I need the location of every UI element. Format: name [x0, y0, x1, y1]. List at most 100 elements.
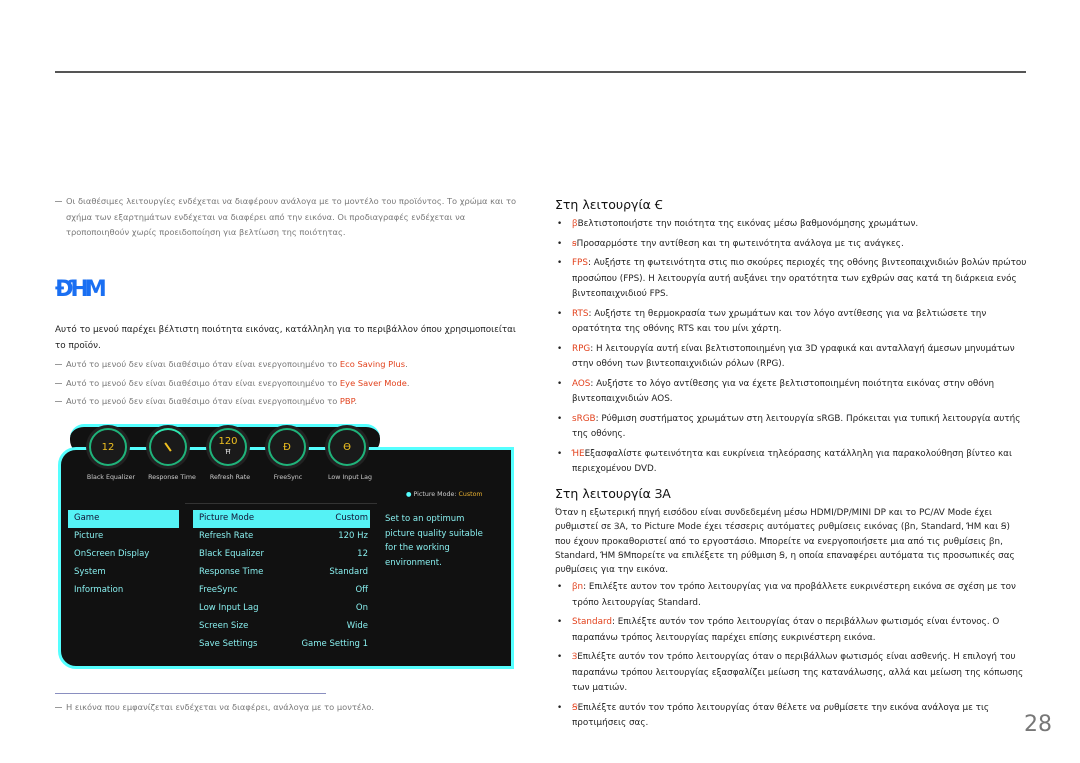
- list-item: ꞵΒελτιστοποιήστε την ποιότητα της εικόνα…: [555, 217, 1027, 233]
- dial-value: 12: [101, 441, 115, 453]
- note-text: Αυτό το μενού δεν είναι διαθέσιμο όταν ε…: [66, 377, 340, 388]
- note-link: Eco Saving Plus: [339, 359, 406, 369]
- left-column: Οι διαθέσιμες λειτουργίες ενδέχεται να δ…: [55, 194, 525, 241]
- list-item: RTS: Αυξήστε τη θερμοκρασία των χρωμάτων…: [555, 307, 1027, 338]
- list-item: sRGB: Ρύθμιση συστήματος χρωμάτων στη λε…: [555, 412, 1027, 443]
- image-caption: Η εικόνα που εμφανίζεται ενδέχεται να δι…: [55, 700, 525, 716]
- note-link: Eye Saver Mode: [339, 377, 407, 388]
- setting-label: Picture Mode: [199, 513, 255, 523]
- dial-response-time: [149, 428, 187, 466]
- note-eye: Αυτό το μενού δεν είναι διαθέσιμο όταν ε…: [55, 376, 525, 392]
- note-text: Αυτό το μενού δεν είναι διαθέσιμο όταν ε…: [66, 359, 340, 369]
- menu-item-system[interactable]: System: [68, 564, 179, 582]
- item-text: Επιλέξτε αυτόν τον τρόπο λειτουργίας ότα…: [572, 652, 1024, 694]
- item-text: : Η λειτουργία αυτή είναι βελτιστοποιημέ…: [572, 343, 1015, 370]
- gauge-needle-icon: [164, 442, 172, 452]
- setting-response-time[interactable]: Response Time Standard: [193, 564, 370, 582]
- list-item: ꞫΕπιλέξτε αυτόν τον τρόπο λειτουργίας ότ…: [555, 650, 1027, 697]
- setting-value: Standard: [329, 567, 368, 577]
- dial-label: Low Input Lag: [327, 474, 373, 481]
- picture-mode-status: ● Picture Mode: Custom: [406, 491, 483, 498]
- menu-item-game[interactable]: Game: [68, 510, 179, 528]
- setting-black-equalizer[interactable]: Black Equalizer 12: [193, 546, 370, 564]
- av-mode-heading: Στη λειτουργία ꞫA: [555, 486, 671, 501]
- av-mode-section: Στη λειτουργία ꞫA Όταν η εξωτερική πηγή …: [555, 485, 1027, 736]
- item-text: Επιλέξτε αυτόν τον τρόπο λειτουργίας ότα…: [572, 702, 990, 729]
- item-text: : Αυξήστε τη θερμοκρασία των χρωμάτων κα…: [572, 308, 987, 335]
- list-item: ꞩΠροσαρμόστε την αντίθεση και τη φωτεινό…: [555, 237, 1027, 253]
- setting-low-input-lag[interactable]: Low Input Lag On: [193, 600, 370, 618]
- item-term: AOS: [572, 378, 591, 389]
- item-text: : Αυξήστε το λόγο αντίθεσης για να έχετε…: [572, 378, 995, 405]
- item-text: : Επιλέξτε αυτόν τον τρόπο λειτουργίας ό…: [572, 617, 1000, 643]
- list-item: ꞪEΕξασφαλίστε φωτεινότητα και ευκρίνεια …: [555, 447, 1027, 478]
- menu-item-picture[interactable]: Picture: [68, 528, 179, 546]
- item-text: : Ρύθμιση συστήματος χρωμάτων στη λειτου…: [572, 413, 1021, 440]
- item-text: Προσαρμόστε την αντίθεση και τη φωτεινότ…: [576, 238, 904, 249]
- item-text: Βελτιστοποιήστε την ποιότητα της εικόνας…: [577, 219, 919, 229]
- dial-sub: Ħ: [224, 448, 232, 456]
- section-title: ĐꞪM: [55, 277, 107, 302]
- setting-refresh-rate[interactable]: Refresh Rate 120 Hz: [193, 528, 370, 546]
- list-item: ꞨΕπιλέξτε αυτόν τον τρόπο λειτουργίας ότ…: [555, 701, 1027, 732]
- top-note: Οι διαθέσιμες λειτουργίες ενδέχεται να δ…: [55, 194, 525, 241]
- dial-low-input-lag: Ө: [328, 428, 366, 466]
- setting-value: 12: [357, 549, 368, 559]
- item-term: RTS: [572, 308, 589, 319]
- osd-settings-list: Picture Mode Custom Refresh Rate 120 Hz Bl…: [193, 510, 370, 654]
- dial-refresh-rate: 120 Ħ: [209, 428, 247, 466]
- note-pbp: Αυτό το μενού δεν είναι διαθέσιμο όταν ε…: [55, 394, 525, 410]
- setting-label: Screen Size: [199, 621, 249, 631]
- setting-value: 120 Hz: [338, 531, 368, 541]
- list-item: FPS: Αυξήστε τη φωτεινότητα στις πιο σκο…: [555, 256, 1027, 303]
- setting-value: Game Setting 1: [301, 639, 368, 649]
- item-term: ꞵn: [572, 582, 584, 593]
- pc-mode-heading: Στη λειτουργία Ꞓ: [555, 197, 663, 212]
- setting-label: Response Time: [199, 567, 264, 577]
- dial-label: Black Equalizer: [86, 474, 136, 481]
- setting-value: Wide: [346, 621, 368, 631]
- page-number: 28: [1024, 712, 1052, 737]
- dial-value: Đ: [283, 441, 291, 453]
- setting-freesync[interactable]: FreeSync Off: [193, 582, 370, 600]
- pc-mode-list: ꞵΒελτιστοποιήστε την ποιότητα της εικόνα…: [555, 217, 1027, 478]
- dial-freesync: Đ: [268, 428, 306, 466]
- item-term: FPS: [572, 258, 588, 268]
- setting-save-settings[interactable]: Save Settings Game Setting 1: [193, 636, 370, 654]
- pc-mode-section: Στη λειτουργία Ꞓ ꞵΒελτιστοποιήστε την πο…: [555, 196, 1027, 482]
- osd-divider: [185, 503, 377, 504]
- note-text: Αυτό το μενού δεν είναι διαθέσιμο όταν ε…: [66, 396, 340, 406]
- status-dot-icon: ●: [406, 491, 414, 498]
- dial-value: 120: [218, 436, 238, 447]
- setting-value: Custom: [335, 513, 368, 523]
- item-term: sRGB: [572, 413, 596, 424]
- item-term: RPG: [572, 343, 591, 354]
- header-rule: [55, 71, 1026, 73]
- dial-label: FreeSync: [273, 474, 303, 481]
- list-item: ꞵn: Επιλέξτε αυτον τον τρόπο λειτουργίας…: [555, 580, 1027, 611]
- setting-label: FreeSync: [199, 585, 238, 595]
- list-item: Standard: Επιλέξτε αυτόν τον τρόπο λειτο…: [555, 615, 1027, 646]
- menu-item-information[interactable]: Information: [68, 582, 179, 600]
- setting-label: Refresh Rate: [199, 531, 254, 541]
- setting-label: Black Equalizer: [199, 549, 264, 559]
- intro-block: Αυτό το μενού παρέχει βέλτιστη ποιότητα …: [55, 322, 525, 410]
- caption-rule: [55, 693, 326, 694]
- item-term: Standard: [572, 617, 613, 628]
- dial-black-equalizer: 12: [89, 428, 127, 466]
- intro-text: Αυτό το μενού παρέχει βέλτιστη ποιότητα …: [55, 325, 516, 351]
- item-text: Εξασφαλίστε φωτεινότητα και ευκρίνεια τη…: [572, 448, 1012, 475]
- list-item: RPG: Η λειτουργία αυτή είναι βελτιστοποι…: [555, 342, 1027, 373]
- setting-label: Save Settings: [199, 639, 258, 649]
- item-term: ꞪE: [572, 448, 585, 459]
- item-text: : Αυξήστε τη φωτεινότητα στις πιο σκούρε…: [572, 258, 1027, 299]
- status-label: Picture Mode:: [413, 491, 459, 498]
- note-link: PBP: [339, 396, 355, 406]
- list-item: AOS: Αυξήστε το λόγο αντίθεσης για να έχ…: [555, 377, 1027, 408]
- menu-item-onscreen-display[interactable]: OnScreen Display: [68, 546, 179, 564]
- setting-screen-size[interactable]: Screen Size Wide: [193, 618, 370, 636]
- item-text: : Επιλέξτε αυτον τον τρόπο λειτουργίας γ…: [572, 582, 1016, 608]
- setting-picture-mode[interactable]: Picture Mode Custom: [193, 510, 370, 528]
- osd-main-menu: Game Picture OnScreen Display System Inf…: [68, 510, 179, 600]
- osd-description: Set to an optimum picture quality suitab…: [385, 514, 483, 568]
